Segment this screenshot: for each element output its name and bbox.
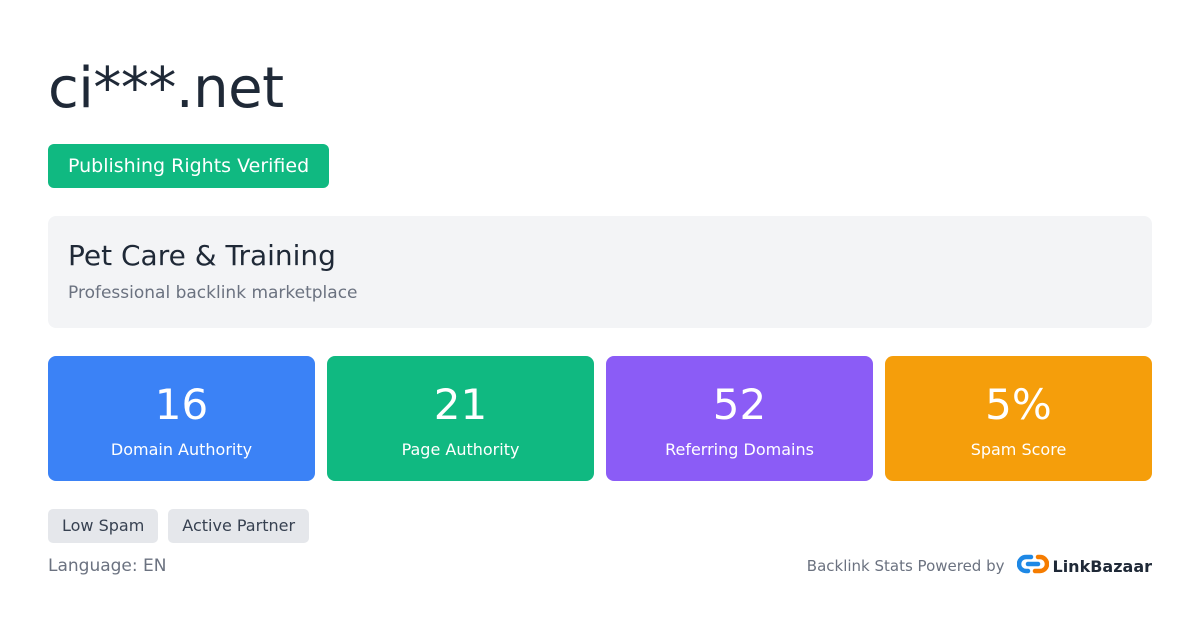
stat-card-domain-authority: 16 Domain Authority [48,356,315,481]
tag-low-spam: Low Spam [48,509,159,543]
stat-value: 21 [433,380,488,429]
category-card: Pet Care & Training Professional backlin… [48,216,1152,328]
backlink-stats-card: ci***.net Publishing Rights Verified Pet… [0,0,1200,630]
stat-value: 52 [712,380,767,429]
stat-label: Spam Score [970,440,1067,459]
brand-name: LinkBazaar [1052,556,1153,576]
chain-link-icon [1016,551,1049,581]
tag-active-partner: Active Partner [168,509,310,543]
tag-list: Low Spam Active Partner [48,509,310,543]
stat-label: Domain Authority [110,440,253,459]
stat-value: 16 [154,380,209,429]
stats-row: 16 Domain Authority 21 Page Authority 52… [48,356,1152,481]
stat-value: 5% [985,380,1052,429]
powered-by: Backlink Stats Powered by LinkBazaar [807,550,1152,582]
stat-card-spam-score: 5% Spam Score [885,356,1152,481]
stat-label: Referring Domains [665,440,814,459]
category-subtitle: Professional backlink marketplace [68,283,358,303]
stat-card-referring-domains: 52 Referring Domains [606,356,873,481]
verified-badge: Publishing Rights Verified [48,144,330,188]
powered-by-text: Backlink Stats Powered by [806,557,1005,575]
stat-label: Page Authority [401,440,520,459]
stat-card-page-authority: 21 Page Authority [327,356,594,481]
brand-logo-link[interactable]: LinkBazaar [1016,551,1153,581]
domain-title: ci***.net [48,56,284,121]
language-label: Language: EN [48,556,167,576]
category-title: Pet Care & Training [68,239,336,272]
